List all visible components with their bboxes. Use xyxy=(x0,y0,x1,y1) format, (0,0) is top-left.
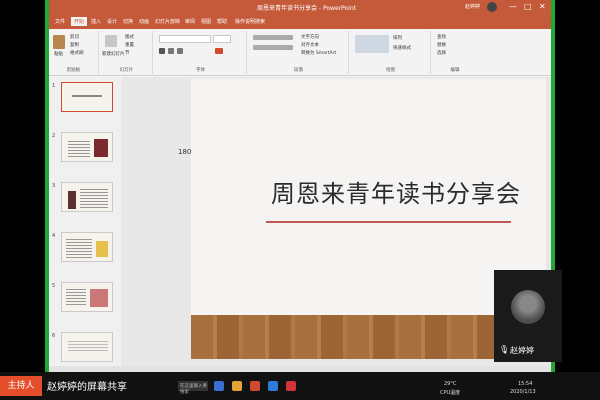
cpu-label: CPU温度 xyxy=(440,390,461,396)
copy-button[interactable]: 复制 xyxy=(70,42,79,48)
app-icon[interactable] xyxy=(286,381,296,391)
clock-time[interactable]: 15:54 xyxy=(518,381,532,387)
quick-styles-button[interactable]: 快速样式 xyxy=(393,45,411,51)
clipboard-group: 粘贴 剪切 复制 格式刷 剪贴板 xyxy=(49,31,99,74)
browser-icon[interactable] xyxy=(268,381,278,391)
wood-floor-image xyxy=(191,315,546,359)
avatar xyxy=(511,290,545,324)
thumb-number: 2 xyxy=(52,133,56,139)
slide-canvas: 1805班团支部 周恩来青年读书分享会 xyxy=(121,77,553,366)
slides-label: 幻灯片 xyxy=(119,68,134,73)
slide-thumbnail-4[interactable] xyxy=(61,232,113,262)
tab-insert[interactable]: 插入 xyxy=(91,18,101,25)
paste-icon[interactable] xyxy=(53,35,65,49)
paste-label[interactable]: 粘贴 xyxy=(54,51,63,57)
bold-icon[interactable] xyxy=(159,48,165,54)
temperature: 29°C xyxy=(444,381,457,387)
powerpoint-icon[interactable] xyxy=(250,381,260,391)
folder-icon[interactable] xyxy=(232,381,242,391)
slide-thumbnail-1[interactable] xyxy=(61,82,113,112)
screen-share-label: 赵婷婷的屏幕共享 xyxy=(47,382,127,393)
share-border-left xyxy=(45,0,49,372)
powerpoint-window: 周恩来青年读书分享会 - PowerPoint 赵婷婷 — □ ✕ 文件 开始 … xyxy=(47,0,553,372)
slide-title[interactable]: 周恩来青年读书分享会 xyxy=(266,174,526,209)
thumb-number: 5 xyxy=(52,283,56,289)
host-badge: 主持人 xyxy=(0,376,42,396)
tab-view[interactable]: 视图 xyxy=(201,18,211,25)
ribbon: 粘贴 剪切 复制 格式刷 剪贴板 新建幻灯片 版式 重置 节 幻灯片 字体 文字… xyxy=(47,29,553,76)
title-underline xyxy=(266,221,511,223)
title-bar: 周恩来青年读书分享会 - PowerPoint 赵婷婷 — □ ✕ xyxy=(47,0,553,16)
ribbon-tabs: 文件 开始 插入 设计 切换 动画 幻灯片放映 审阅 视图 帮助 操作说明搜索 xyxy=(47,16,553,29)
microphone-icon: 🎙 xyxy=(499,345,510,354)
reset-button[interactable]: 重置 xyxy=(125,42,134,48)
text-direction-button[interactable]: 文字方向 xyxy=(301,34,319,40)
underline-icon[interactable] xyxy=(177,48,183,54)
font-family-dropdown[interactable] xyxy=(159,35,211,43)
format-painter-button[interactable]: 格式刷 xyxy=(70,50,84,56)
tab-file[interactable]: 文件 xyxy=(55,18,65,25)
clipboard-label: 剪贴板 xyxy=(66,68,81,73)
font-group: 字体 xyxy=(155,31,247,74)
window-title: 周恩来青年读书分享会 - PowerPoint xyxy=(257,5,357,12)
thumb-number: 1 xyxy=(52,83,56,89)
font-size-dropdown[interactable] xyxy=(213,35,231,43)
editing-group: 查找 替换 选择 编辑 xyxy=(433,31,477,74)
close-button[interactable]: ✕ xyxy=(539,2,546,12)
slide-thumbnail-6[interactable] xyxy=(61,332,113,362)
editing-label: 编辑 xyxy=(450,68,460,73)
clock-date[interactable]: 2020/1/13 xyxy=(510,389,536,395)
tab-review[interactable]: 审阅 xyxy=(185,18,195,25)
camera-name: 赵婷婷 xyxy=(510,346,534,355)
italic-icon[interactable] xyxy=(168,48,174,54)
arrange-button[interactable]: 排列 xyxy=(393,35,402,41)
slide-thumbnail-5[interactable] xyxy=(61,282,113,312)
tab-transitions[interactable]: 切换 xyxy=(123,18,133,25)
thumb-number: 3 xyxy=(52,183,56,189)
align-icons[interactable] xyxy=(253,45,293,50)
slide-thumbnails-pane: 1 2 3 4 5 6 xyxy=(47,77,120,366)
paragraph-group: 文字方向 对齐文本 转换为 SmartArt 段落 xyxy=(249,31,349,74)
drawing-group: 排列 快速样式 绘图 xyxy=(351,31,431,74)
minimize-button[interactable]: — xyxy=(509,2,517,12)
tab-animations[interactable]: 动画 xyxy=(139,18,149,25)
cut-button[interactable]: 剪切 xyxy=(70,34,79,40)
select-button[interactable]: 选择 xyxy=(437,50,446,56)
current-slide[interactable]: 周恩来青年读书分享会 xyxy=(191,79,546,359)
font-label: 字体 xyxy=(196,68,205,73)
thumb-number: 6 xyxy=(52,333,56,339)
slides-group: 新建幻灯片 版式 重置 节 幻灯片 xyxy=(101,31,153,74)
tab-home[interactable]: 开始 xyxy=(71,17,88,26)
paragraph-label: 段落 xyxy=(294,68,303,73)
replace-button[interactable]: 替换 xyxy=(437,42,446,48)
align-text-button[interactable]: 对齐文本 xyxy=(301,42,319,48)
new-slide-icon[interactable] xyxy=(105,35,117,47)
task-view-icon[interactable] xyxy=(214,381,224,391)
tell-me-search[interactable]: 操作说明搜索 xyxy=(235,18,265,25)
font-color-icon[interactable] xyxy=(215,48,223,54)
new-slide-button[interactable]: 新建幻灯片 xyxy=(102,51,125,57)
camera-tile[interactable]: 🎙 赵婷婷 xyxy=(494,270,562,362)
shapes-gallery-icon[interactable] xyxy=(355,35,389,53)
tab-slideshow[interactable]: 幻灯片放映 xyxy=(155,18,180,25)
smartart-button[interactable]: 转换为 SmartArt xyxy=(301,50,336,56)
tab-design[interactable]: 设计 xyxy=(107,18,117,25)
user-name[interactable]: 赵婷婷 xyxy=(465,3,480,10)
user-avatar[interactable] xyxy=(487,2,497,12)
maximize-button[interactable]: □ xyxy=(524,2,532,12)
slide-thumbnail-2[interactable] xyxy=(61,132,113,162)
taskbar-search[interactable]: 在这里输入要搜索 xyxy=(178,381,208,395)
find-button[interactable]: 查找 xyxy=(437,34,446,40)
list-icons[interactable] xyxy=(253,35,293,40)
slide-thumbnail-3[interactable] xyxy=(61,182,113,212)
section-button[interactable]: 节 xyxy=(125,50,130,56)
drawing-label: 绘图 xyxy=(386,68,395,73)
search-placeholder: 在这里输入要搜索 xyxy=(180,384,207,395)
layout-button[interactable]: 版式 xyxy=(125,34,134,40)
tab-help[interactable]: 帮助 xyxy=(217,18,227,25)
thumb-number: 4 xyxy=(52,233,56,239)
